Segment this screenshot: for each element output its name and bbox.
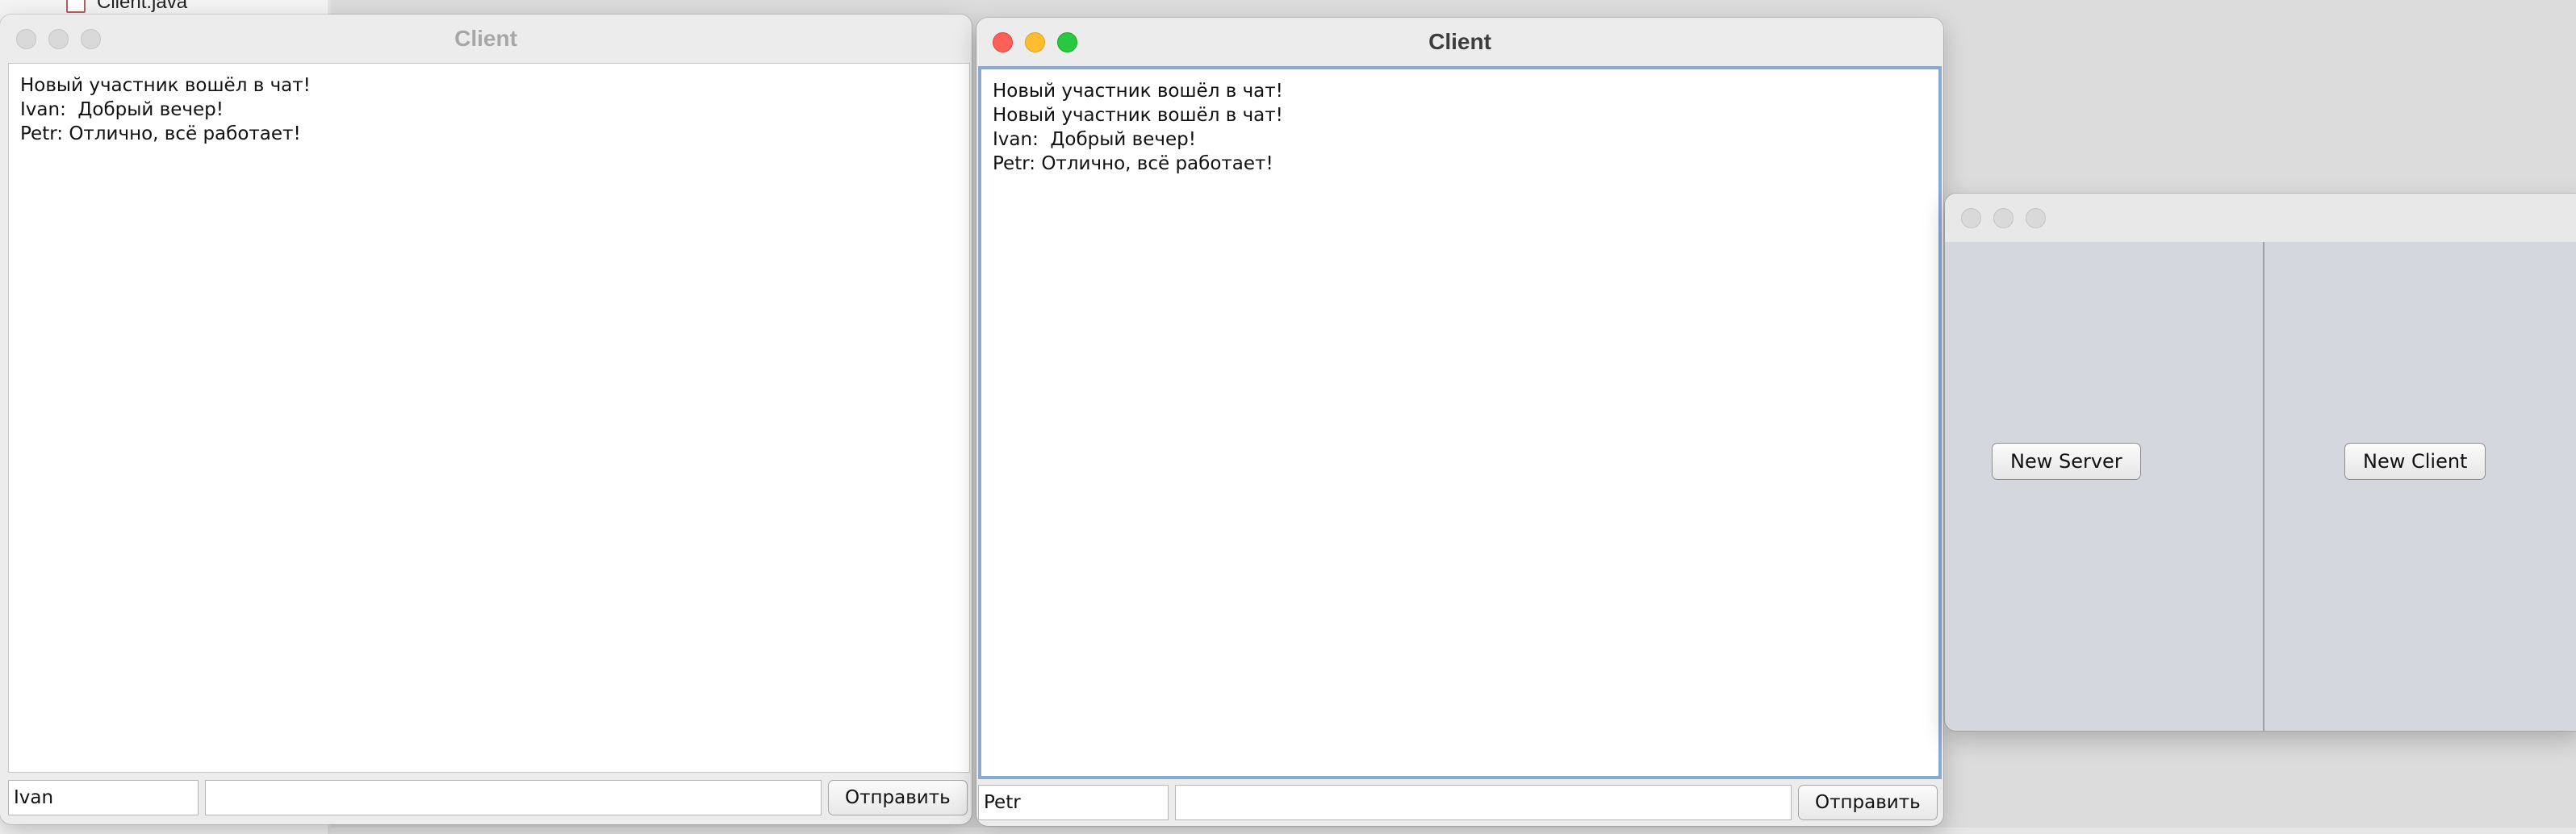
close-icon[interactable] xyxy=(1961,207,1981,228)
input-row: Отправить xyxy=(8,779,968,816)
server-panel xyxy=(1945,242,2263,731)
input-row: Отправить xyxy=(978,784,1938,821)
chat-history[interactable]: Новый участник вошёл в чат! Новый участни… xyxy=(978,66,1942,779)
name-field[interactable] xyxy=(978,785,1169,820)
message-input[interactable] xyxy=(1175,785,1792,820)
title-bar[interactable] xyxy=(1945,194,2576,242)
chat-message: Petr: Отлично, всё работает! xyxy=(20,123,301,144)
window-title: Client xyxy=(1428,29,1491,54)
chat-message: Ivan: Добрый вечер! xyxy=(20,99,224,120)
name-field[interactable] xyxy=(8,780,199,815)
window-controls xyxy=(1961,194,2046,242)
zoom-icon[interactable] xyxy=(81,28,101,49)
message-input[interactable] xyxy=(205,780,822,815)
send-button[interactable]: Отправить xyxy=(1798,785,1938,820)
zoom-icon[interactable] xyxy=(2026,207,2046,228)
minimize-icon[interactable] xyxy=(48,28,69,49)
chat-message: Ivan: Добрый вечер! xyxy=(993,129,1196,150)
chat-message: Новый участник вошёл в чат! xyxy=(993,105,1283,126)
send-button[interactable]: Отправить xyxy=(828,780,968,815)
title-bar[interactable]: Client xyxy=(0,15,972,63)
window-title: Client xyxy=(454,26,517,51)
chat-message: Новый участник вошёл в чат! xyxy=(20,75,311,96)
chat-message: Petr: Отлично, всё работает! xyxy=(993,153,1273,174)
minimize-icon[interactable] xyxy=(1993,207,2014,228)
zoom-icon[interactable] xyxy=(1057,31,1077,52)
close-icon[interactable] xyxy=(993,31,1013,52)
window-controls xyxy=(993,18,1077,66)
java-file-icon xyxy=(66,0,86,13)
file-name: Client.java xyxy=(97,0,188,13)
chat-history[interactable]: Новый участник вошёл в чат! Ivan: Добрый … xyxy=(8,63,970,773)
new-client-button[interactable]: New Client xyxy=(2344,443,2486,480)
window-controls xyxy=(16,15,101,63)
client-window-petr: Client Новый участник вошёл в чат! Новый … xyxy=(976,18,1943,826)
launcher-window: New Server New Client xyxy=(1945,194,2576,731)
client-panel xyxy=(2264,242,2576,731)
chat-message: Новый участник вошёл в чат! xyxy=(993,81,1283,102)
title-bar[interactable]: Client xyxy=(976,18,1943,66)
minimize-icon[interactable] xyxy=(1025,31,1045,52)
client-window-ivan: Client Новый участник вошёл в чат! Ivan: … xyxy=(0,15,972,824)
file-tree-item[interactable]: Client.java xyxy=(66,0,187,13)
desktop-bottom-strip xyxy=(331,828,2576,834)
close-icon[interactable] xyxy=(16,28,36,49)
new-server-button[interactable]: New Server xyxy=(1992,443,2141,480)
